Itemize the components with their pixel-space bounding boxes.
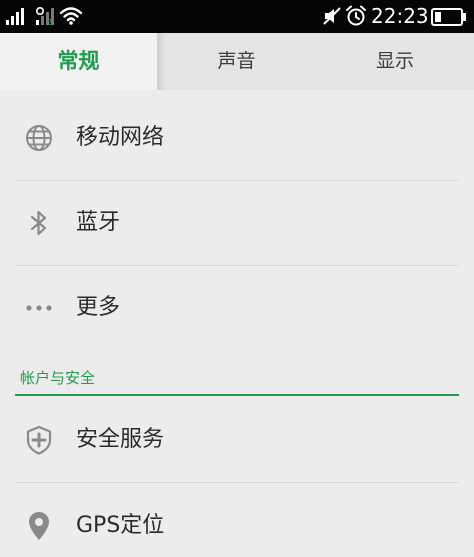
tab-general[interactable]: 常规	[0, 33, 157, 90]
list-item-label: 安全服务	[76, 427, 165, 452]
globe-icon	[26, 125, 52, 151]
more-dots-icon	[26, 305, 52, 311]
list-item-label: 更多	[76, 295, 121, 320]
list-item-security-service[interactable]: 安全服务	[0, 398, 474, 482]
list-item-label: 移动网络	[76, 125, 165, 150]
shield-plus-icon	[26, 425, 52, 455]
svg-text:2: 2	[47, 18, 52, 27]
section-header-account-security: 帐户与安全	[20, 369, 96, 387]
signal-2-icon: 2	[35, 6, 54, 27]
clock-time: 22:23	[371, 4, 429, 28]
list-item-bluetooth[interactable]: 蓝牙	[0, 181, 474, 265]
status-left-icons: 2	[6, 6, 83, 27]
list-item-mobile-network[interactable]: 移动网络	[0, 96, 474, 180]
status-bar: 2 22:23	[0, 0, 474, 33]
tab-bar: 常规 声音 显示	[0, 33, 474, 90]
list-item-more[interactable]: 更多	[0, 266, 474, 350]
settings-screen: 2 22:23 常规 声音 显示 移动网络 蓝牙 更多 帐户与安全 安全服务 G…	[0, 0, 474, 557]
battery-icon	[431, 8, 466, 26]
location-pin-icon	[29, 512, 49, 540]
wifi-icon	[59, 7, 83, 25]
divider	[15, 482, 459, 483]
mute-icon	[323, 7, 341, 25]
signal-icon	[6, 8, 24, 25]
list-item-label: 蓝牙	[76, 210, 121, 235]
list-item-label: GPS定位	[76, 513, 165, 538]
tab-display[interactable]: 显示	[316, 33, 474, 90]
tab-sound[interactable]: 声音	[157, 33, 316, 90]
alarm-icon	[346, 5, 366, 26]
list-item-gps[interactable]: GPS定位	[0, 484, 474, 557]
bluetooth-icon	[30, 210, 47, 236]
section-divider	[15, 394, 459, 396]
